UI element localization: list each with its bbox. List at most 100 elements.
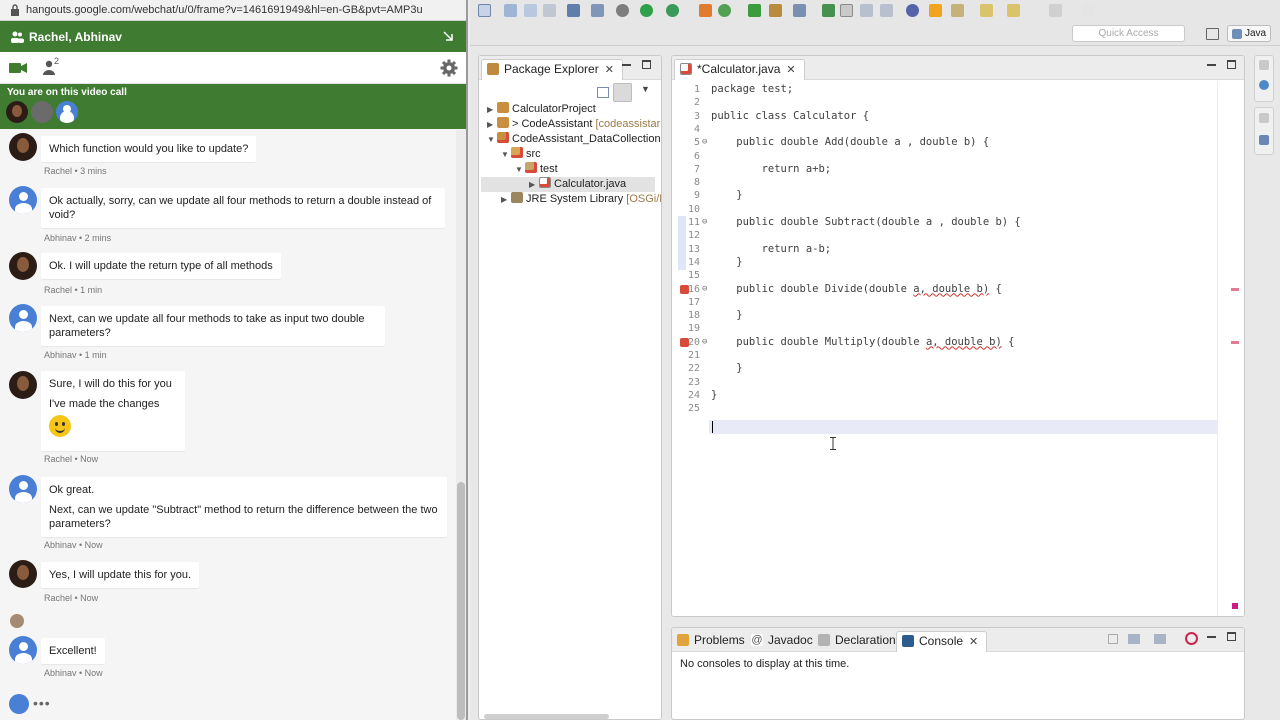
restore-icon[interactable]: [1259, 113, 1269, 123]
error-overview-marker[interactable]: [1231, 341, 1239, 344]
new-file-icon[interactable]: [478, 4, 491, 17]
tree-item-calculatorproject[interactable]: ▶ CalculatorProject: [487, 102, 596, 117]
next-annotation-icon[interactable]: [906, 4, 919, 17]
video-call-banner[interactable]: You are on this video call: [0, 84, 466, 129]
new-package-icon[interactable]: [718, 4, 731, 17]
fold-toggle-icon[interactable]: ⊖: [702, 337, 707, 347]
fold-toggle-icon[interactable]: ⊖: [702, 137, 707, 147]
open-console-icon[interactable]: [1154, 634, 1166, 644]
tab-declaration[interactable]: Declaration: [813, 631, 904, 652]
skip-breakpoints-icon[interactable]: [591, 4, 604, 17]
print-icon[interactable]: [543, 4, 556, 17]
maximize-icon[interactable]: [1227, 632, 1236, 641]
collapse-all-icon[interactable]: [597, 87, 609, 98]
maximize-icon[interactable]: [1227, 60, 1236, 69]
line-number: 21: [687, 350, 700, 361]
pin-console-icon[interactable]: [1108, 634, 1118, 644]
code-line: return a+b;: [711, 162, 832, 175]
code-editor[interactable]: 1 package test; 2 3 public class Calculator …: [672, 81, 1244, 616]
editor-vscrollbar[interactable]: [1217, 81, 1218, 616]
minimize-icon[interactable]: [622, 64, 631, 66]
tab-javadoc[interactable]: @ Javadoc: [746, 631, 821, 652]
annotation-icon[interactable]: [822, 4, 835, 17]
expand-arrow-icon[interactable]: ▶: [487, 117, 497, 132]
error-marker-icon[interactable]: [680, 284, 689, 294]
tree-item-codeassistant-datacollection[interactable]: ▼ CodeAssistant_DataCollection: [487, 132, 661, 147]
conversation-title: Rachel, Abhinav: [29, 29, 122, 44]
tree-decoration: [codeassistar: [595, 118, 661, 130]
close-icon[interactable]: ✕: [969, 636, 978, 648]
java-perspective-button[interactable]: Java: [1227, 25, 1271, 42]
collapse-arrow-icon[interactable]: ▼: [487, 132, 497, 147]
url-text: hangouts.google.com/webchat/u/0/frame?v=…: [26, 4, 423, 16]
tree-item-jre-system-library[interactable]: ▶ JRE System Library [OSGi/M: [501, 192, 661, 207]
tree-item-calculator-java[interactable]: ▶ Calculator.java: [481, 177, 655, 192]
browser-url-bar[interactable]: hangouts.google.com/webchat/u/0/frame?v=…: [0, 0, 466, 21]
debug-icon[interactable]: [616, 4, 629, 17]
minimize-icon[interactable]: [1207, 64, 1216, 66]
tab-calculator-java[interactable]: *Calculator.java ✕: [674, 59, 805, 80]
toggle-mark-occurrences-icon[interactable]: [840, 4, 853, 17]
collapse-arrow-icon[interactable]: ▼: [515, 162, 525, 177]
save-all-icon[interactable]: [524, 4, 537, 17]
back-icon[interactable]: [980, 4, 993, 17]
close-icon[interactable]: ✕: [786, 64, 795, 76]
tab-problems[interactable]: Problems: [672, 631, 753, 652]
chat-scrollbar-thumb[interactable]: [457, 482, 465, 720]
view-menu-icon[interactable]: ▼: [641, 84, 650, 94]
quick-access-input[interactable]: Quick Access: [1072, 25, 1185, 42]
new-class-icon[interactable]: [748, 4, 761, 17]
code-line: return a-b;: [711, 242, 832, 255]
tree-item-codeassistant[interactable]: ▶ > CodeAssistant [codeassistar: [487, 117, 660, 132]
package-explorer-hscrollbar[interactable]: [484, 714, 609, 719]
code-line: public double Subtract(double a , double…: [711, 216, 1021, 228]
line-number: 14: [687, 256, 700, 268]
terminal-icon[interactable]: [567, 4, 580, 17]
collapse-arrow-icon[interactable]: ▼: [501, 147, 511, 162]
last-edit-location-icon[interactable]: [951, 4, 964, 17]
code-line: public class Calculator {: [711, 109, 870, 122]
tree-item-src[interactable]: ▼ src: [501, 147, 541, 162]
minimize-icon[interactable]: [1207, 636, 1216, 638]
right-trim-stack: [1254, 55, 1274, 102]
run-icon[interactable]: [640, 4, 653, 17]
task-list-icon[interactable]: [1259, 135, 1269, 145]
error-summary-icon[interactable]: [1232, 603, 1238, 609]
restore-icon[interactable]: [1259, 60, 1269, 70]
debug-console-icon[interactable]: [1185, 632, 1198, 645]
open-type-icon[interactable]: [769, 4, 782, 17]
participant-count: 2: [54, 56, 60, 66]
gear-icon[interactable]: [440, 59, 458, 77]
outline-view-icon[interactable]: [1259, 80, 1269, 90]
maximize-icon[interactable]: [642, 60, 651, 69]
fold-toggle-icon[interactable]: ⊖: [702, 284, 707, 294]
close-icon[interactable]: ✕: [605, 64, 614, 76]
video-camera-icon[interactable]: [9, 62, 27, 74]
tree-item-test[interactable]: ▼ test: [515, 162, 558, 177]
code-error-text: a, double b): [925, 335, 1002, 348]
editor-tabbar: *Calculator.java ✕: [672, 56, 1244, 80]
line-number: 15: [687, 270, 700, 282]
editor-panel: *Calculator.java ✕ 1 package test; 2 3 public…: [671, 55, 1245, 617]
block-selection-icon[interactable]: [860, 4, 873, 17]
open-perspective-icon[interactable]: [1206, 28, 1219, 40]
expand-arrow-icon[interactable]: [442, 30, 454, 42]
run-external-icon[interactable]: [666, 4, 679, 17]
fold-toggle-icon[interactable]: ⊖: [702, 217, 707, 227]
expand-arrow-icon[interactable]: ▶: [487, 102, 497, 117]
save-icon[interactable]: [504, 4, 517, 17]
expand-arrow-icon[interactable]: ▶: [529, 177, 539, 192]
tab-console[interactable]: Console ✕: [896, 631, 988, 652]
stop-icon[interactable]: [929, 4, 942, 17]
expand-arrow-icon[interactable]: ▶: [501, 192, 511, 207]
pin-editor-icon[interactable]: [1049, 4, 1062, 17]
show-whitespace-icon[interactable]: [880, 4, 893, 17]
search-icon[interactable]: [793, 4, 806, 17]
error-overview-marker[interactable]: [1231, 288, 1239, 291]
link-with-editor-icon[interactable]: [613, 83, 632, 102]
error-marker-icon[interactable]: [680, 337, 689, 347]
tab-package-explorer[interactable]: Package Explorer ✕: [481, 59, 623, 80]
new-java-project-icon[interactable]: [699, 4, 712, 17]
forward-icon[interactable]: [1007, 4, 1020, 17]
display-console-icon[interactable]: [1128, 634, 1140, 644]
